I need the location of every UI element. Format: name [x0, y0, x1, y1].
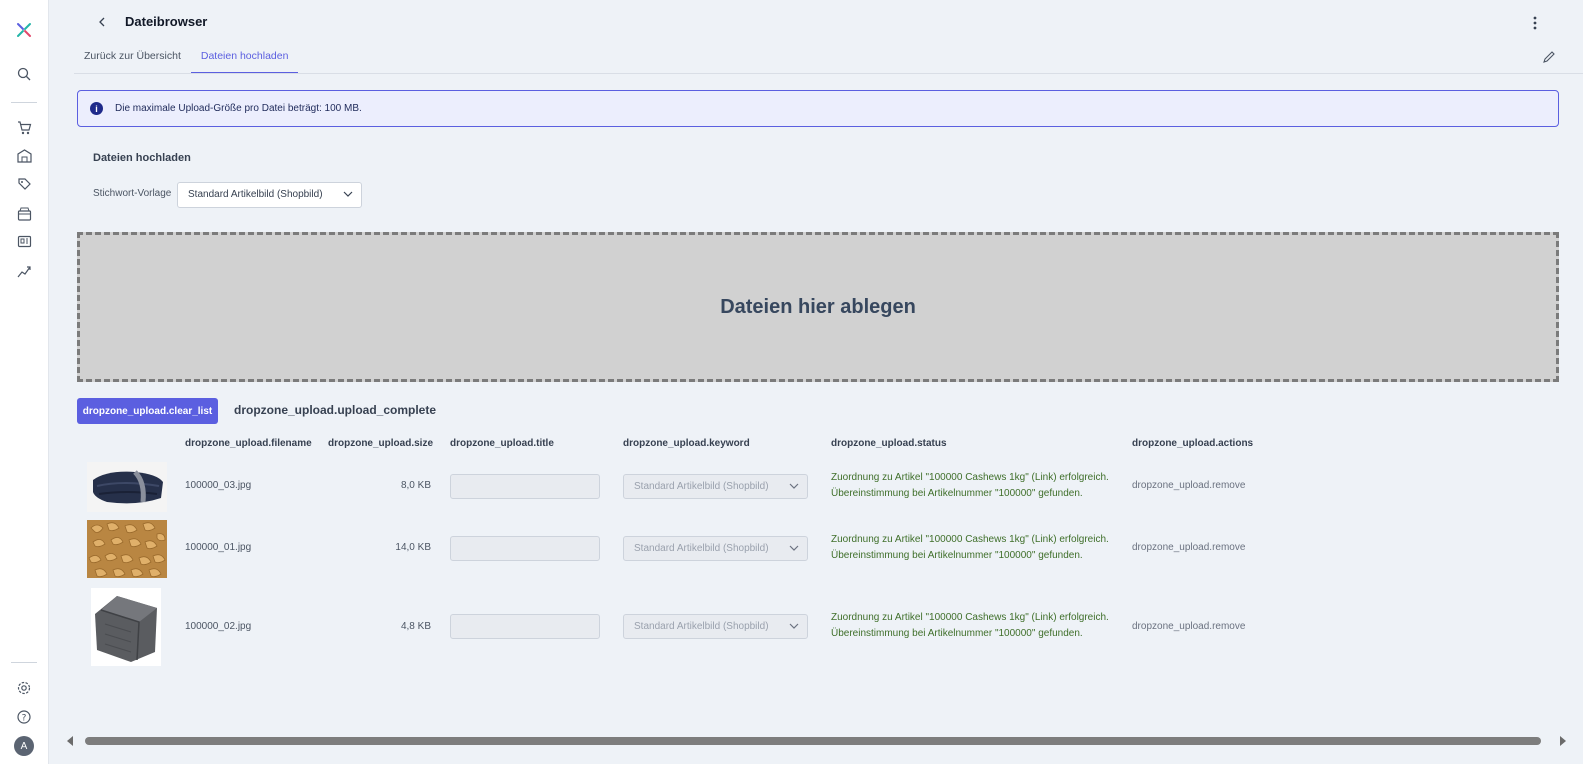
storefront-icon[interactable] [14, 204, 34, 224]
chevron-down-icon [343, 191, 353, 197]
status-line-match: Übereinstimmung bei Artikelnummer "10000… [831, 488, 1083, 499]
remove-action[interactable]: dropzone_upload.remove [1132, 542, 1245, 553]
clear-list-button[interactable]: dropzone_upload.clear_list [77, 398, 218, 424]
warehouse-icon[interactable] [14, 146, 34, 166]
column-header-title: dropzone_upload.title [450, 438, 554, 449]
scroll-right-arrow-icon[interactable] [1560, 736, 1566, 746]
main-content: Dateibrowser Zurück zur Übersicht Dateie… [49, 0, 1583, 764]
keyword-select[interactable]: Standard Artikelbild (Shopbild) [623, 536, 808, 561]
tab-back-to-overview[interactable]: Zurück zur Übersicht [74, 42, 191, 74]
page-title: Dateibrowser [125, 14, 208, 29]
edit-pencil-icon[interactable] [1542, 50, 1558, 66]
info-banner: i Die maximale Upload-Größe pro Datei be… [77, 90, 1559, 127]
keyword-select-value: Standard Artikelbild (Shopbild) [634, 543, 769, 554]
back-button[interactable] [93, 13, 111, 31]
status-line-assignment: Zuordnung zu Artikel "100000 Cashews 1kg… [831, 612, 1109, 623]
thumbnail-blanket-grey [91, 588, 161, 666]
section-title: Dateien hochladen [93, 152, 191, 164]
dropzone-text: Dateien hier ablegen [720, 295, 916, 318]
cart-icon[interactable] [14, 118, 34, 138]
status-text: Zuordnung zu Artikel "100000 Cashews 1kg… [831, 470, 1131, 502]
tag-icon[interactable] [14, 174, 34, 194]
search-icon[interactable] [14, 64, 34, 84]
column-header-size: dropzone_upload.size [328, 438, 434, 449]
tab-upload-files[interactable]: Dateien hochladen [190, 42, 299, 74]
tab-divider [74, 73, 1583, 74]
file-size: 4,8 KB [400, 621, 431, 632]
file-size: 8,0 KB [400, 480, 431, 491]
avatar[interactable]: A [14, 736, 34, 756]
chevron-down-icon [789, 483, 799, 489]
info-text: Die maximale Upload-Größe pro Datei betr… [115, 103, 362, 114]
status-line-assignment: Zuordnung zu Artikel "100000 Cashews 1kg… [831, 534, 1109, 545]
sidebar: ? A [0, 0, 49, 764]
filename: 100000_03.jpg [185, 480, 252, 491]
thumbnail-blanket-navy [87, 462, 167, 512]
title-input[interactable] [450, 474, 600, 499]
status-text: Zuordnung zu Artikel "100000 Cashews 1kg… [831, 532, 1131, 564]
file-size: 14,0 KB [395, 542, 431, 553]
filename: 100000_01.jpg [185, 542, 252, 553]
upload-complete-text: dropzone_upload.upload_complete [234, 403, 437, 417]
remove-action[interactable]: dropzone_upload.remove [1132, 621, 1245, 632]
title-input[interactable] [450, 614, 600, 639]
status-line-assignment: Zuordnung zu Artikel "100000 Cashews 1kg… [831, 472, 1109, 483]
keyword-template-label: Stichwort-Vorlage [93, 188, 172, 199]
status-line-match: Übereinstimmung bei Artikelnummer "10000… [831, 628, 1083, 639]
scroll-left-arrow-icon[interactable] [67, 736, 73, 746]
chevron-left-icon [99, 17, 105, 27]
keyword-select-value: Standard Artikelbild (Shopbild) [634, 621, 769, 632]
keyword-select[interactable]: Standard Artikelbild (Shopbild) [623, 474, 808, 499]
svg-text:?: ? [22, 714, 27, 724]
thumbnail-cashews [87, 520, 167, 578]
keyword-template-select[interactable]: Standard Artikelbild (Shopbild) [177, 182, 362, 208]
filename: 100000_02.jpg [185, 621, 252, 632]
column-header-actions: dropzone_upload.actions [1132, 438, 1254, 449]
status-line-match: Übereinstimmung bei Artikelnummer "10000… [831, 550, 1083, 561]
title-input[interactable] [450, 536, 600, 561]
scrollbar-thumb[interactable] [85, 737, 1541, 745]
column-header-filename: dropzone_upload.filename [185, 438, 312, 449]
chevron-down-icon [789, 545, 799, 551]
column-header-keyword: dropzone_upload.keyword [623, 438, 750, 449]
horizontal-scrollbar[interactable] [63, 735, 1583, 747]
keyword-select-value: Standard Artikelbild (Shopbild) [634, 481, 769, 492]
more-menu-icon[interactable] [1527, 14, 1543, 32]
pos-icon[interactable] [14, 232, 34, 252]
sidebar-divider [11, 102, 37, 103]
tab-bar: Zurück zur Übersicht Dateien hochladen [74, 42, 299, 74]
status-text: Zuordnung zu Artikel "100000 Cashews 1kg… [831, 610, 1131, 642]
keyword-select[interactable]: Standard Artikelbild (Shopbild) [623, 614, 808, 639]
sidebar-divider [11, 662, 37, 663]
analytics-icon[interactable] [14, 261, 34, 281]
help-icon[interactable]: ? [14, 707, 34, 727]
logo-icon[interactable] [14, 20, 34, 40]
chevron-down-icon [789, 623, 799, 629]
file-dropzone[interactable]: Dateien hier ablegen [77, 232, 1559, 382]
info-icon: i [90, 102, 103, 115]
remove-action[interactable]: dropzone_upload.remove [1132, 480, 1245, 491]
settings-icon[interactable] [14, 678, 34, 698]
keyword-template-value: Standard Artikelbild (Shopbild) [188, 189, 323, 200]
column-header-status: dropzone_upload.status [831, 438, 947, 449]
